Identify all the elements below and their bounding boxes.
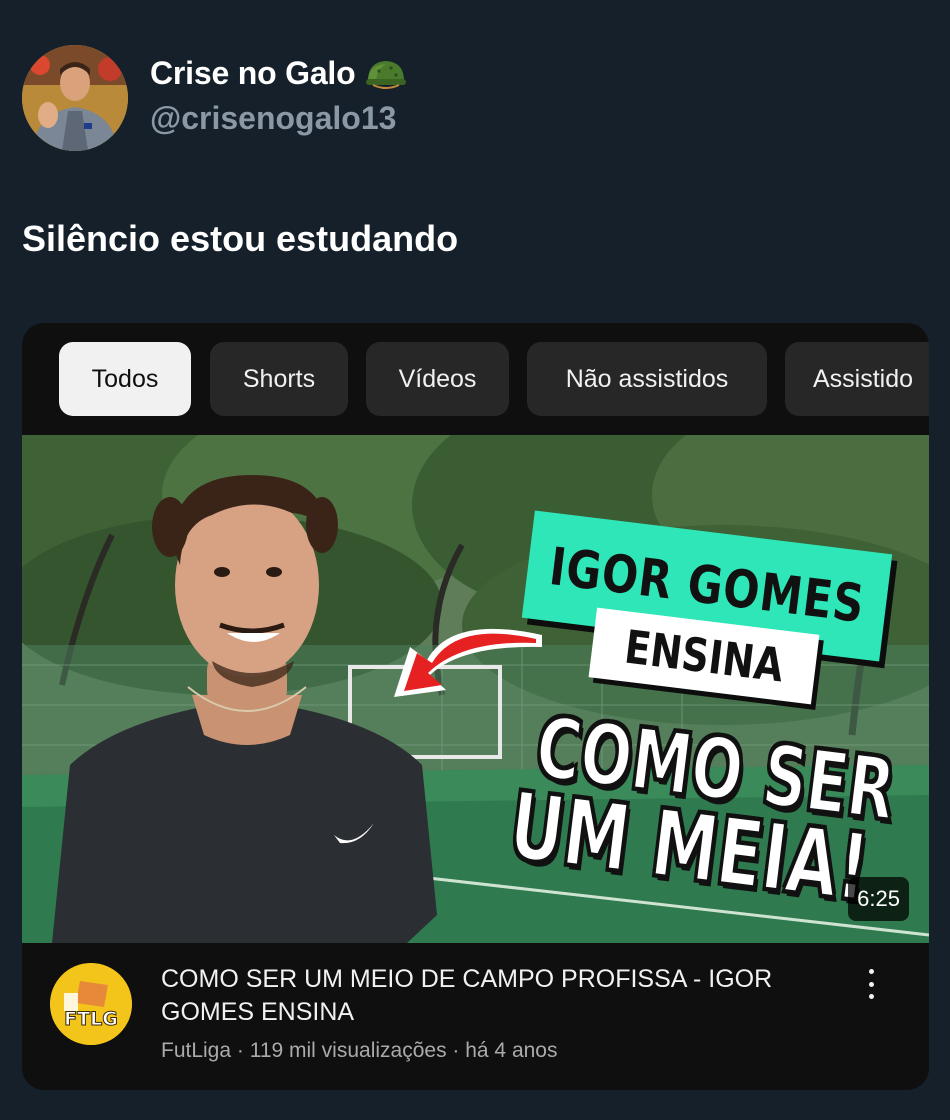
tweet-screenshot: Crise no Galo @crisenogalo13 Silêncio es…: [0, 0, 950, 1120]
attached-image[interactable]: Todos Shorts Vídeos Não assistidos Assis…: [22, 323, 929, 1090]
author-avatar[interactable]: [22, 45, 128, 151]
more-options-icon[interactable]: [860, 967, 882, 1001]
chip-shorts[interactable]: Shorts: [210, 342, 348, 416]
chip-videos[interactable]: Vídeos: [366, 342, 509, 416]
author-avatar-image: [22, 45, 128, 151]
video-meta: FTLG COMO SER UM MEIO DE CAMPO PROFISSA …: [22, 943, 929, 1090]
channel-logo-text: FTLG: [64, 1008, 118, 1030]
tweet-text: Silêncio estou estudando: [22, 218, 459, 259]
military-helmet-icon: [366, 60, 407, 89]
banner-text-ensina: ENSINA: [621, 619, 787, 693]
video-subtitle: FutLiga · 119 mil visualizações · há 4 a…: [161, 1039, 558, 1062]
thumbnail-headline-line2: UM MEIA!: [503, 771, 876, 924]
chip-todos[interactable]: Todos: [59, 342, 191, 416]
channel-logo: FTLG: [50, 963, 132, 1045]
author-handle[interactable]: @crisenogalo13: [150, 100, 396, 137]
author-display-name[interactable]: Crise no Galo: [150, 55, 356, 92]
video-title[interactable]: COMO SER UM MEIO DE CAMPO PROFISSA - IGO…: [161, 963, 821, 1029]
author-name-row[interactable]: Crise no Galo: [150, 55, 407, 92]
video-duration-badge: 6:25: [848, 877, 909, 921]
chip-assistidos[interactable]: Assistido: [785, 342, 929, 416]
chip-nao-assistidos[interactable]: Não assistidos: [527, 342, 767, 416]
channel-avatar[interactable]: FTLG: [50, 963, 132, 1045]
filter-chip-bar: Todos Shorts Vídeos Não assistidos Assis…: [22, 323, 929, 435]
video-thumbnail[interactable]: IGOR GOMES ENSINA COMO SER UM MEIA! 6:25: [22, 435, 929, 943]
